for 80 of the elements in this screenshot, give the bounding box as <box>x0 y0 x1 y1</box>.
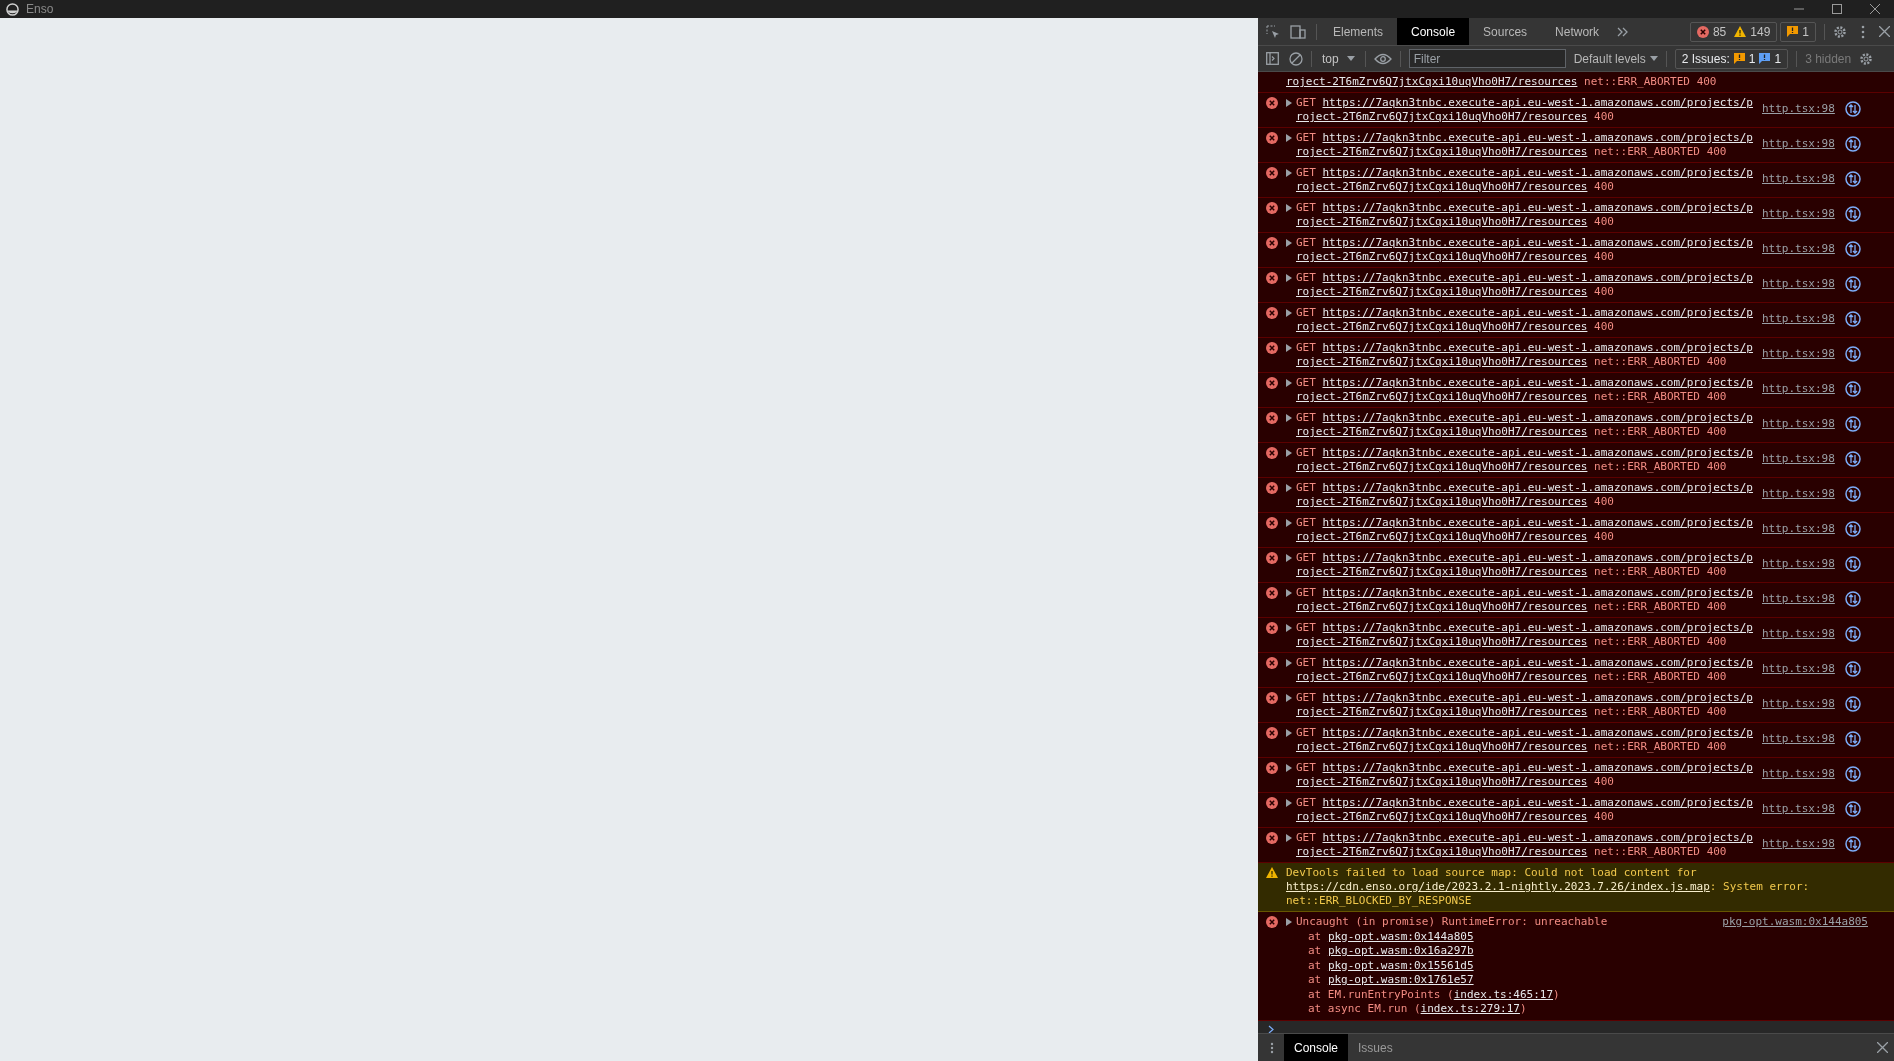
source-link[interactable]: http.tsx:98 <box>1762 241 1835 258</box>
request-message: GET https://7aqkn3tnbc.execute-api.eu-west-1.amazonaws.com/projects/project-2T6mZrv6Q7jtxCqxi10uqVho0H7/resources net::ERR_ABORTED 400 <box>1296 446 1754 474</box>
source-link[interactable]: http.tsx:98 <box>1762 521 1835 538</box>
request-message: GET https://7aqkn3tnbc.execute-api.eu-west-1.amazonaws.com/projects/project-2T6mZrv6Q7jtxCqxi10uqVho0H7/resources net::ERR_ABORTED 400 <box>1296 691 1754 719</box>
source-link[interactable]: http.tsx:98 <box>1762 346 1835 363</box>
stack-frame: at pkg-opt.wasm:0x16a297b <box>1286 944 1886 959</box>
issues-button[interactable]: 2 Issues: 1 1 <box>1674 48 1789 69</box>
devtools-tab[interactable]: Sources <box>1469 18 1542 45</box>
request-message: GET https://7aqkn3tnbc.execute-api.eu-west-1.amazonaws.com/projects/project-2T6mZrv6Q7jtxCqxi10uqVho0H7/resources net::ERR_ABORTED 400 <box>1296 411 1754 439</box>
source-link[interactable]: http.tsx:98 <box>1762 311 1835 328</box>
source-link[interactable]: http.tsx:98 <box>1762 486 1835 503</box>
source-link[interactable]: http.tsx:98 <box>1762 766 1835 783</box>
source-link[interactable]: http.tsx:98 <box>1762 731 1835 748</box>
frame-link[interactable]: index.ts:279:17 <box>1420 1002 1520 1015</box>
request-message: GET https://7aqkn3tnbc.execute-api.eu-west-1.amazonaws.com/projects/project-2T6mZrv6Q7jtxCqxi10uqVho0H7/resources net::ERR_ABORTED 400 <box>1296 831 1754 859</box>
stack-frame: at pkg-opt.wasm:0x15561d5 <box>1286 958 1886 973</box>
request-message: GET https://7aqkn3tnbc.execute-api.eu-west-1.amazonaws.com/projects/project-2T6mZrv6Q7jtxCqxi10uqVho0H7/resources 400 <box>1296 236 1754 264</box>
source-link[interactable]: http.tsx:98 <box>1762 276 1835 293</box>
source-link[interactable]: http.tsx:98 <box>1762 556 1835 573</box>
source-link[interactable]: http.tsx:98 <box>1762 451 1835 468</box>
request-message: GET https://7aqkn3tnbc.execute-api.eu-west-1.amazonaws.com/projects/project-2T6mZrv6Q7jtxCqxi10uqVho0H7/resources 400 <box>1296 96 1754 124</box>
source-link[interactable]: http.tsx:98 <box>1762 801 1835 818</box>
frame-link[interactable]: index.ts:465:17 <box>1453 987 1554 1001</box>
request-message: roject-2T6mZrv6Q7jtxCqxi10uqVho0H7/resources net::ERR_ABORTED 400 <box>1286 75 1718 89</box>
request-message: GET https://7aqkn3tnbc.execute-api.eu-west-1.amazonaws.com/projects/project-2T6mZrv6Q7jtxCqxi10uqVho0H7/resources net::ERR_ABORTED 400 <box>1296 726 1754 754</box>
request-message: GET https://7aqkn3tnbc.execute-api.eu-west-1.amazonaws.com/projects/project-2T6mZrv6Q7jtxCqxi10uqVho0H7/resources 400 <box>1296 761 1754 789</box>
source-link[interactable]: http.tsx:98 <box>1762 136 1835 153</box>
warning-count: 149 <box>1750 23 1771 41</box>
devtools-tab[interactable]: Network <box>1541 18 1614 45</box>
request-message: GET https://7aqkn3tnbc.execute-api.eu-west-1.amazonaws.com/projects/project-2T6mZrv6Q7jtxCqxi10uqVho0H7/resources net::ERR_ABORTED 400 <box>1296 131 1754 159</box>
drawer-tab[interactable]: Console <box>1284 1034 1349 1061</box>
source-link[interactable]: http.tsx:98 <box>1762 101 1835 118</box>
request-message: GET https://7aqkn3tnbc.execute-api.eu-west-1.amazonaws.com/projects/project-2T6mZrv6Q7jtxCqxi10uqVho0H7/resources 400 <box>1296 271 1754 299</box>
source-link[interactable]: http.tsx:98 <box>1762 836 1835 853</box>
request-message: GET https://7aqkn3tnbc.execute-api.eu-west-1.amazonaws.com/projects/project-2T6mZrv6Q7jtxCqxi10uqVho0H7/resources net::ERR_ABORTED 400 <box>1296 551 1754 579</box>
source-link[interactable]: http.tsx:98 <box>1762 696 1835 713</box>
devtools-tab[interactable]: Console <box>1397 18 1470 45</box>
hidden-count: 3 hidden <box>1805 50 1852 68</box>
stack-frame: at EM.runEntryPoints (index.ts:465:17) <box>1286 987 1886 1002</box>
request-message: GET https://7aqkn3tnbc.execute-api.eu-west-1.amazonaws.com/projects/project-2T6mZrv6Q7jtxCqxi10uqVho0H7/resources 400 <box>1296 306 1754 334</box>
stack-frame: at pkg-opt.wasm:0x1761e57 <box>1286 973 1886 988</box>
exception-message: Uncaught (in promise) RuntimeError: unreachable <box>1296 915 1608 930</box>
frame-link[interactable]: pkg-opt.wasm:0x1761e57 <box>1327 973 1474 986</box>
source-link[interactable]: http.tsx:98 <box>1762 591 1835 608</box>
drawer-tab[interactable]: Issues <box>1348 1034 1403 1061</box>
frame-link[interactable]: pkg-opt.wasm:0x16a297b <box>1327 944 1474 957</box>
request-message: GET https://7aqkn3tnbc.execute-api.eu-west-1.amazonaws.com/projects/project-2T6mZrv6Q7jtxCqxi10uqVho0H7/resources net::ERR_ABORTED 400 <box>1296 656 1754 684</box>
issue-count: 1 <box>1748 50 1756 68</box>
request-message: GET https://7aqkn3tnbc.execute-api.eu-west-1.amazonaws.com/projects/project-2T6mZrv6Q7jtxCqxi10uqVho0H7/resources net::ERR_ABORTED 400 <box>1296 586 1754 614</box>
issues-counter[interactable]: 1 <box>1780 21 1816 42</box>
stack-frame: at pkg-opt.wasm:0x144a805 <box>1286 929 1886 944</box>
log-levels-dropdown[interactable]: Default levels <box>1573 49 1658 68</box>
frame-link[interactable]: pkg-opt.wasm:0x144a805 <box>1327 929 1474 943</box>
request-message: GET https://7aqkn3tnbc.execute-api.eu-west-1.amazonaws.com/projects/project-2T6mZrv6Q7jtxCqxi10uqVho0H7/resources 400 <box>1296 166 1754 194</box>
issue-count: 1 <box>1802 23 1809 41</box>
warning-message: DevTools failed to load source map: Could not load content for https://cdn.enso.org/ide/2023.2.1-nightly.2023.7.26/index.js.map: System error: net::ERR_BLOCKED_BY_RESPONSE <box>1285 866 1811 908</box>
request-message: GET https://7aqkn3tnbc.execute-api.eu-west-1.amazonaws.com/projects/project-2T6mZrv6Q7jtxCqxi10uqVho0H7/resources net::ERR_ABORTED 400 <box>1296 621 1754 649</box>
request-message: GET https://7aqkn3tnbc.execute-api.eu-west-1.amazonaws.com/projects/project-2T6mZrv6Q7jtxCqxi10uqVho0H7/resources 400 <box>1296 481 1754 509</box>
source-link[interactable]: http.tsx:98 <box>1762 416 1835 433</box>
request-message: GET https://7aqkn3tnbc.execute-api.eu-west-1.amazonaws.com/projects/project-2T6mZrv6Q7jtxCqxi10uqVho0H7/resources net::ERR_ABORTED 400 <box>1296 341 1754 369</box>
source-link[interactable]: http.tsx:98 <box>1762 171 1835 188</box>
window-title: Enso <box>26 1 54 18</box>
request-message: GET https://7aqkn3tnbc.execute-api.eu-west-1.amazonaws.com/projects/project-2T6mZrv6Q7jtxCqxi10uqVho0H7/resources 400 <box>1296 201 1754 229</box>
source-link[interactable]: http.tsx:98 <box>1762 661 1835 678</box>
request-message: GET https://7aqkn3tnbc.execute-api.eu-west-1.amazonaws.com/projects/project-2T6mZrv6Q7jtxCqxi10uqVho0H7/resources net::ERR_ABORTED 400 <box>1296 376 1754 404</box>
source-map-link[interactable]: https://cdn.enso.org/ide/2023.2.1-nightly.2023.7.26/index.js.map <box>1286 880 1710 893</box>
devtools-tab[interactable]: Elements <box>1319 18 1398 45</box>
request-message: GET https://7aqkn3tnbc.execute-api.eu-west-1.amazonaws.com/projects/project-2T6mZrv6Q7jtxCqxi10uqVho0H7/resources 400 <box>1296 516 1754 544</box>
issue-count: 1 <box>1774 50 1782 68</box>
source-link[interactable]: http.tsx:98 <box>1762 381 1835 398</box>
message-counter[interactable]: 85 149 <box>1689 21 1778 42</box>
stack-frame: at async EM.run (index.ts:279:17) <box>1286 1002 1886 1017</box>
context-dropdown[interactable]: top <box>1320 49 1357 68</box>
error-count: 85 <box>1712 23 1727 41</box>
source-link[interactable]: http.tsx:98 <box>1762 206 1835 223</box>
filter-field[interactable]: Filter <box>1408 49 1566 68</box>
frame-link[interactable]: pkg-opt.wasm:0x15561d5 <box>1327 958 1474 972</box>
source-link[interactable]: http.tsx:98 <box>1762 626 1835 643</box>
source-link[interactable]: pkg-opt.wasm:0x144a805 <box>1722 915 1868 930</box>
request-message: GET https://7aqkn3tnbc.execute-api.eu-west-1.amazonaws.com/projects/project-2T6mZrv6Q7jtxCqxi10uqVho0H7/resources 400 <box>1296 796 1754 824</box>
